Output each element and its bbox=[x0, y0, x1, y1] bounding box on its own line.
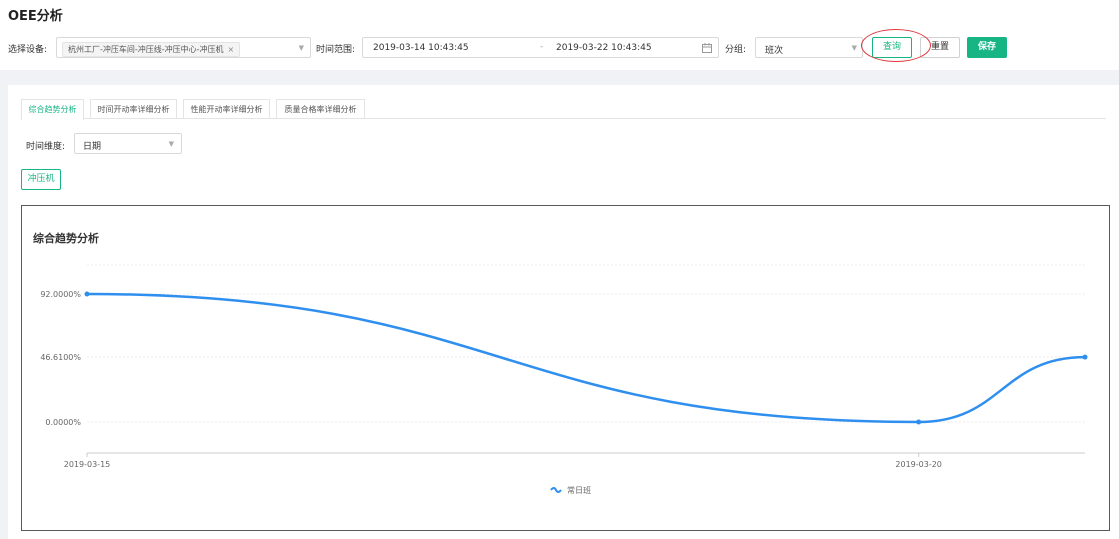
tab-overall-trend[interactable]: 综合趋势分析 bbox=[21, 99, 84, 120]
dimension-select[interactable]: 日期 ▼ bbox=[74, 133, 182, 154]
filter-bar: OEE分析 选择设备: 杭州工厂-冲压车间-冲压线-冲压中心-冲压机 × ▼ 时间… bbox=[0, 0, 1119, 70]
device-tag-label: 杭州工厂-冲压车间-冲压线-冲压中心-冲压机 bbox=[68, 45, 224, 54]
reset-button[interactable]: 重置 bbox=[920, 37, 960, 58]
chevron-down-icon: ▼ bbox=[298, 44, 304, 52]
tab-divider bbox=[21, 118, 1106, 119]
end-date-input[interactable]: 2019-03-22 10:43:45 bbox=[556, 43, 652, 53]
group-value: 班次 bbox=[765, 46, 784, 56]
chevron-down-icon: ▼ bbox=[851, 44, 857, 52]
trend-chart: 0.0000% 46.6100% 92.0000% 2019-03-15 2019-03… bbox=[40, 264, 1088, 495]
tab-performance[interactable]: 性能开动率详细分析 bbox=[183, 99, 270, 119]
query-button[interactable]: 查询 bbox=[872, 37, 912, 58]
dimension-value: 日期 bbox=[83, 142, 102, 152]
tag-remove-icon[interactable]: × bbox=[228, 45, 235, 54]
main-panel: 综合趋势分析 时间开动率详细分析 性能开动率详细分析 质量合格率详细分析 时间维… bbox=[8, 85, 1119, 539]
chart-card: 综合趋势分析 0.0000% 46.6100% 92.0000% 2019-03-15… bbox=[21, 205, 1110, 531]
chevron-down-icon: ▼ bbox=[168, 140, 174, 148]
date-separator: - bbox=[540, 42, 544, 52]
group-label: 分组: bbox=[725, 45, 747, 55]
data-point bbox=[916, 419, 922, 425]
time-range-label: 时间范围: bbox=[316, 45, 356, 55]
start-date-input[interactable]: 2019-03-14 10:43:45 bbox=[373, 43, 469, 53]
data-point bbox=[84, 291, 90, 297]
device-tag: 杭州工厂-冲压车间-冲压线-冲压中心-冲压机 × bbox=[62, 42, 241, 57]
series-line bbox=[86, 292, 1086, 424]
y-tick-label: 92.0000% bbox=[40, 290, 81, 299]
data-point bbox=[1082, 354, 1088, 360]
legend-label: 常日班 bbox=[567, 485, 591, 495]
y-tick-label: 46.6100% bbox=[40, 353, 81, 362]
device-select[interactable]: 杭州工厂-冲压车间-冲压线-冲压中心-冲压机 × ▼ bbox=[56, 37, 311, 58]
save-button[interactable]: 保存 bbox=[967, 37, 1007, 58]
tab-time-availability[interactable]: 时间开动率详细分析 bbox=[90, 99, 177, 119]
tab-quality[interactable]: 质量合格率详细分析 bbox=[276, 99, 365, 119]
legend-line-icon bbox=[550, 487, 562, 493]
page-title: OEE分析 bbox=[8, 9, 63, 24]
date-range-picker[interactable]: 2019-03-14 10:43:45 - 2019-03-22 10:43:4… bbox=[362, 37, 719, 58]
dimension-label: 时间维度: bbox=[26, 142, 66, 152]
x-tick-label: 2019-03-15 bbox=[64, 460, 111, 469]
device-chip[interactable]: 冲压机 bbox=[21, 169, 61, 190]
y-tick-label: 0.0000% bbox=[45, 418, 81, 427]
x-tick-label: 2019-03-20 bbox=[895, 460, 942, 469]
calendar-icon bbox=[702, 43, 712, 53]
group-select[interactable]: 班次 ▼ bbox=[755, 37, 863, 58]
device-label: 选择设备: bbox=[8, 45, 48, 55]
